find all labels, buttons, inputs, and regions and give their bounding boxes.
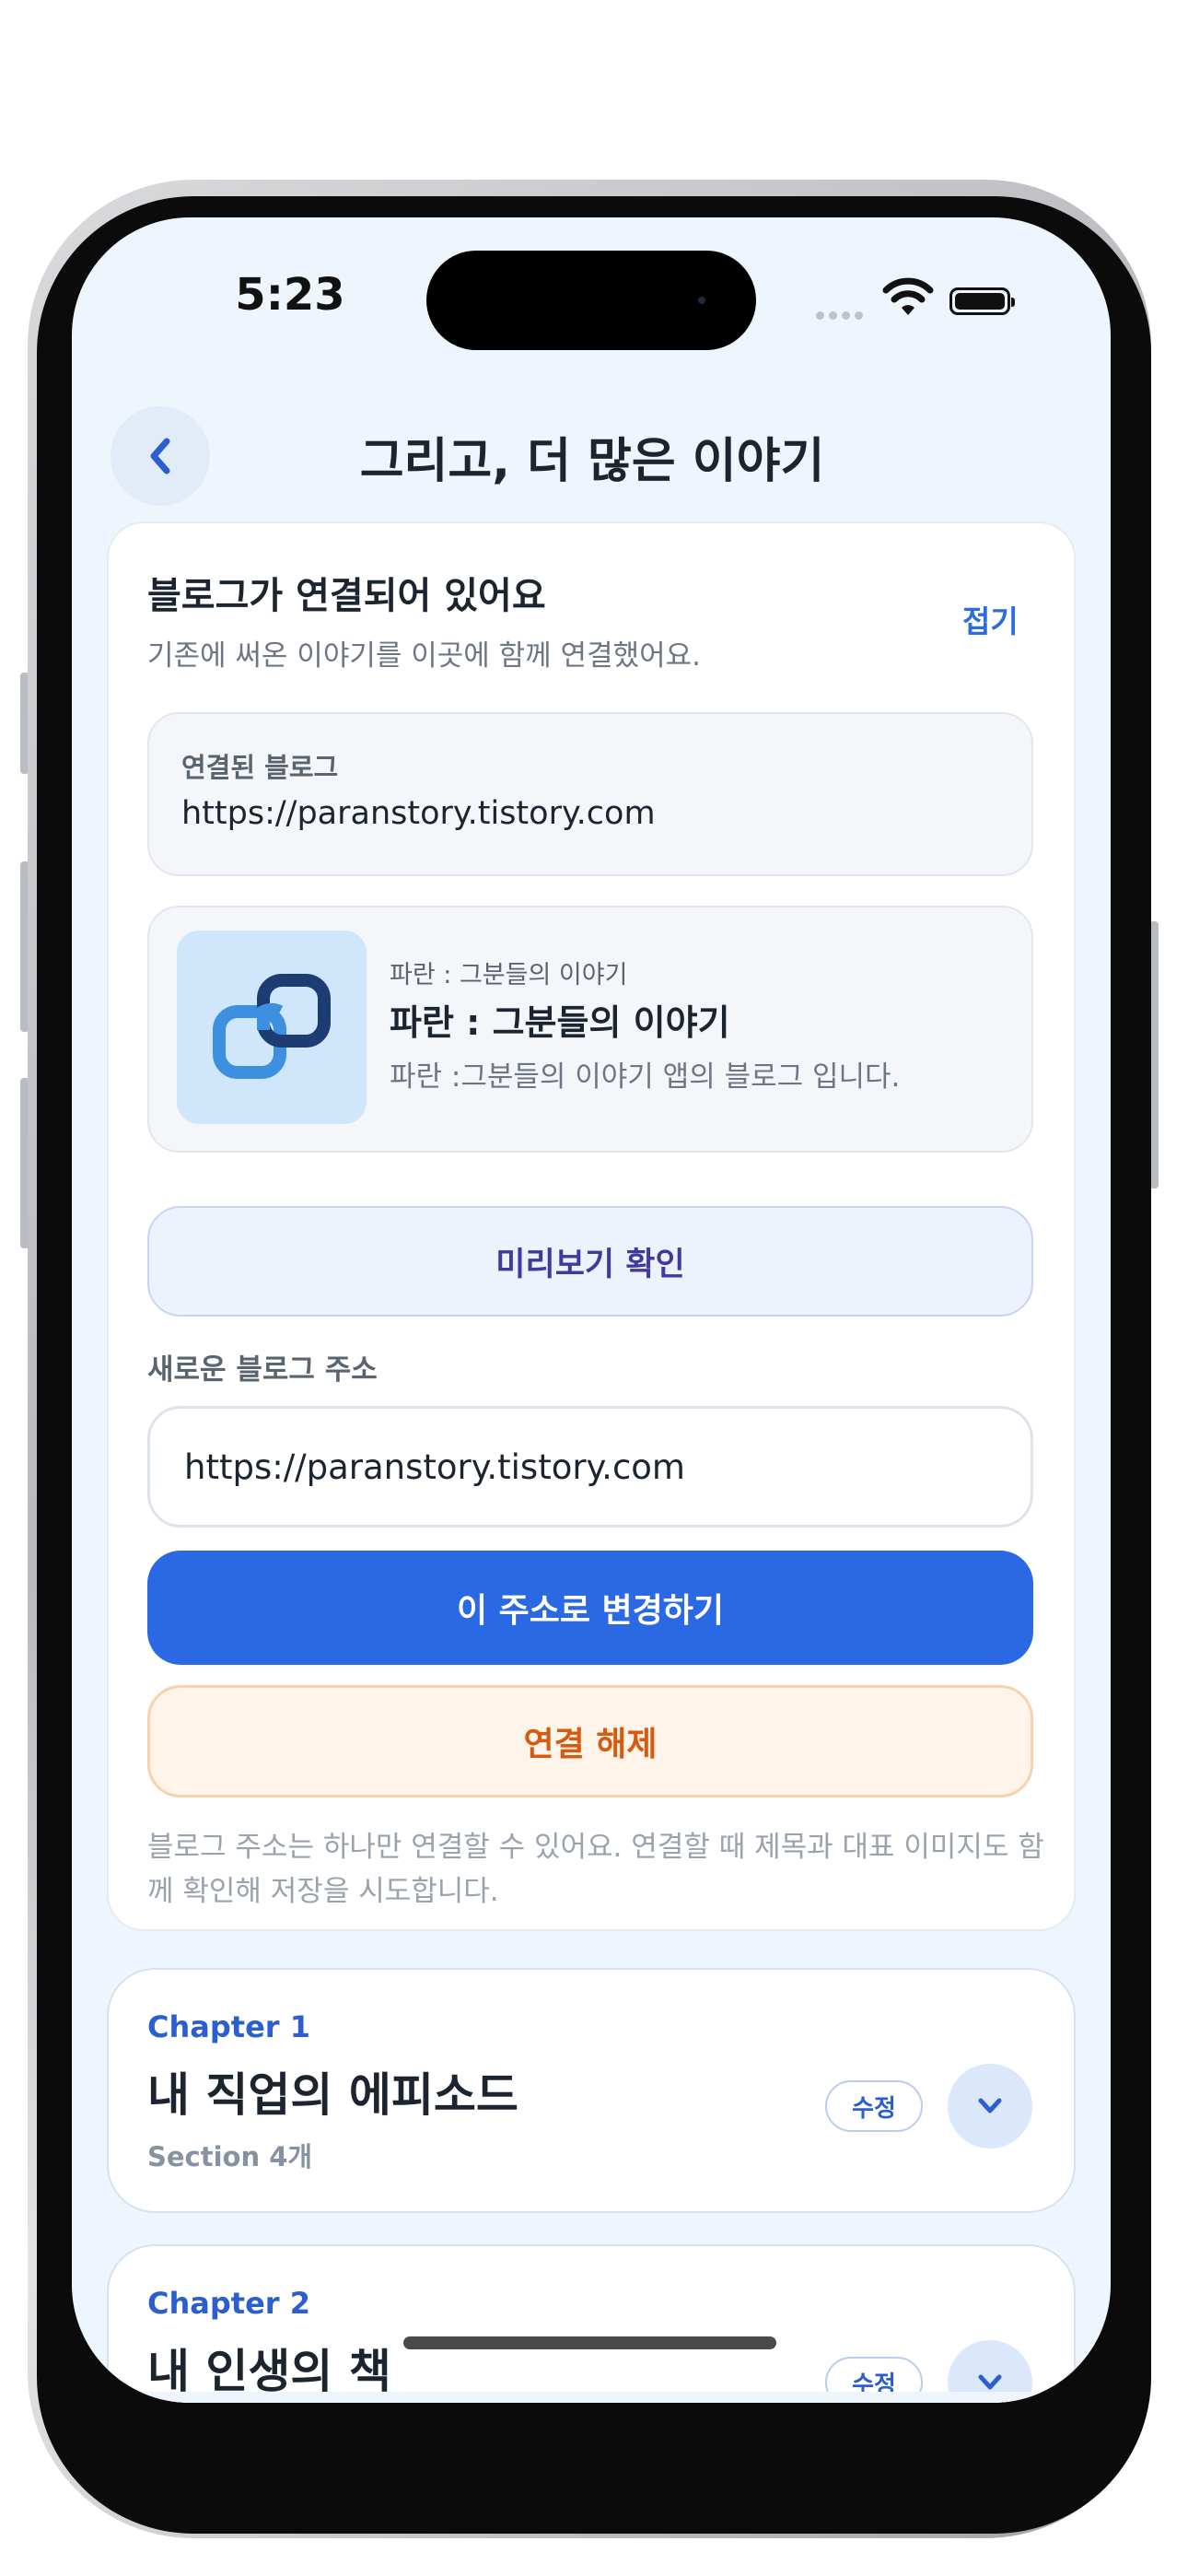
disconnect-button[interactable]: 연결 해제 [147,1685,1033,1797]
page-title: 그리고, 더 많은 이야기 [359,434,825,489]
chevron-left-icon [150,438,170,474]
chapter-section-count: Section 4개 [147,2141,313,2172]
preview-check-button[interactable]: 미리보기 확인 [147,1206,1033,1317]
preview-site-name: 파란 : 그분들의 이야기 [390,961,628,989]
change-address-button[interactable]: 이 주소로 변경하기 [147,1551,1033,1665]
chapter-number: Chapter 2 [147,2286,310,2321]
preview-title: 파란 : 그분들의 이야기 [390,1002,730,1043]
chevron-down-icon [978,2098,1002,2113]
camera-icon [698,297,705,304]
cellular-signal-icon [816,306,868,323]
blog-note: 블로그 주소는 하나만 연결할 수 있어요. 연결할 때 제목과 대표 이미지도… [147,1831,1044,1908]
home-indicator[interactable] [403,2336,776,2349]
chapter-title: 내 직업의 에피소드 [147,2068,518,2122]
chapter-expand-button[interactable] [948,2064,1032,2149]
chapter-number: Chapter 1 [147,2009,310,2044]
link-chain-icon [213,974,331,1079]
new-address-input[interactable]: https://paranstory.tistory.com [147,1406,1033,1528]
wifi-icon [882,277,934,315]
blog-section-subtitle: 기존에 써온 이야기를 이곳에 함께 연결했어요. [147,639,702,673]
preview-description: 파란 :그분들의 이야기 앱의 블로그 입니다. [390,1060,901,1094]
blog-thumbnail [177,931,367,1124]
dynamic-island [426,251,756,350]
status-time: 5:23 [235,269,345,321]
screen-bottom-edge [72,2392,1111,2403]
linked-blog-box [147,712,1033,876]
battery-icon [949,287,1015,315]
chapter-edit-button[interactable]: 수정 [825,2080,923,2132]
fold-button[interactable]: 접기 [962,597,1019,641]
new-address-label: 새로운 블로그 주소 [147,1353,378,1387]
app-screen: 5:23 그리고, 더 많은 이야기 블로그가 연결되어 있어요 기존에 써온 … [72,217,1111,2403]
chevron-down-icon [978,2374,1002,2390]
blog-section-title: 블로그가 연결되어 있어요 [147,575,546,617]
linked-blog-url: https://paranstory.tistory.com [181,795,656,832]
back-button[interactable] [111,406,210,506]
linked-blog-label: 연결된 블로그 [181,752,339,783]
